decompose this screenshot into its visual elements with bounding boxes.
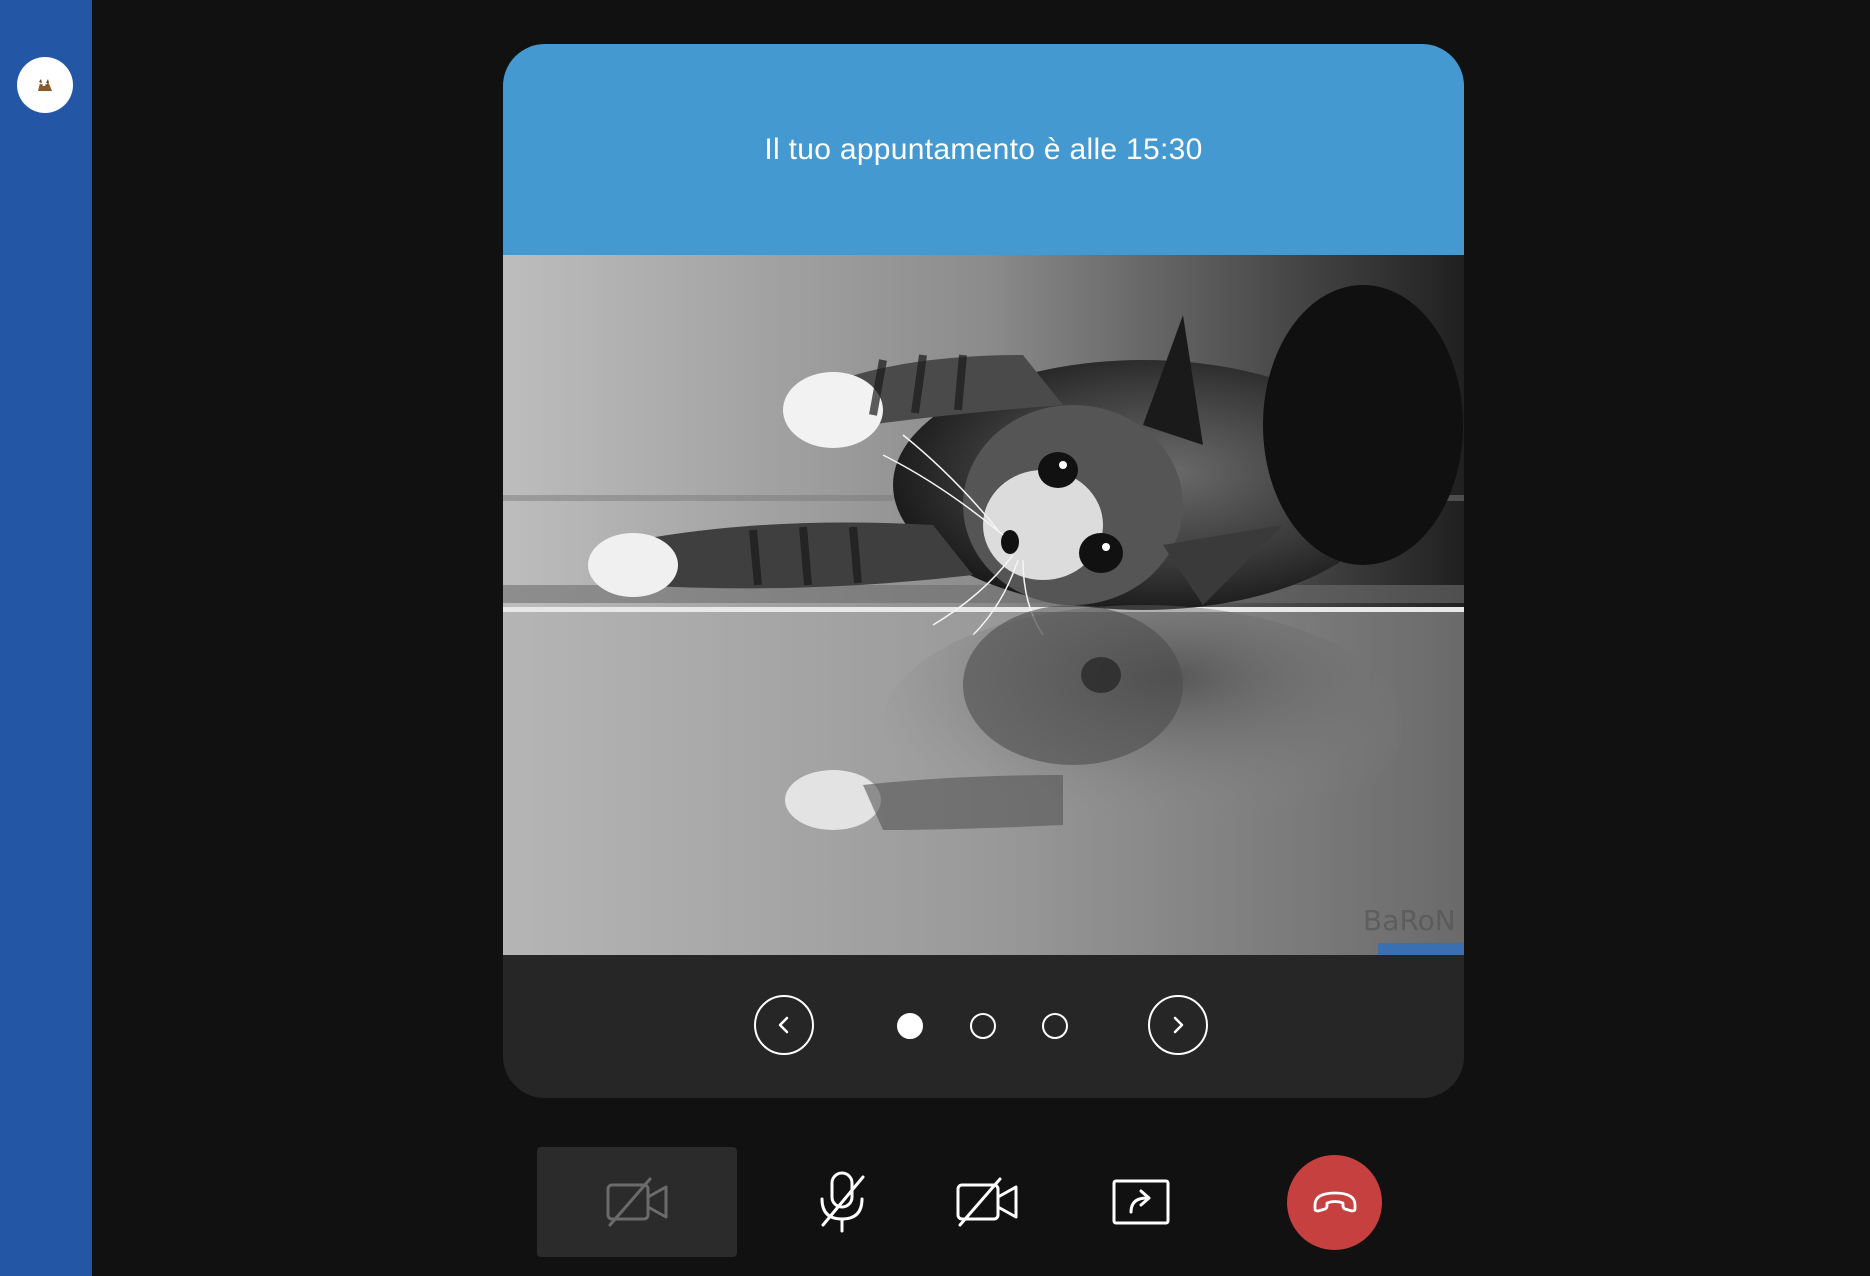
mic-off-icon: [820, 1171, 865, 1233]
carousel-next-button[interactable]: [1148, 995, 1208, 1055]
card-header: Il tuo appuntamento è alle 15:30: [503, 44, 1464, 255]
video-off-icon: [956, 1177, 1018, 1227]
carousel-dot-1[interactable]: [897, 1013, 923, 1039]
sidebar: [0, 0, 92, 1276]
avatar[interactable]: [17, 57, 73, 113]
mute-microphone-button[interactable]: [792, 1152, 892, 1252]
cat-icon: [38, 79, 52, 91]
appointment-title: Il tuo appuntamento è alle 15:30: [764, 132, 1203, 166]
carousel-dot-3[interactable]: [1042, 1013, 1068, 1039]
chevron-right-icon: [1173, 1016, 1184, 1034]
share-screen-button[interactable]: [1091, 1152, 1191, 1252]
camera-preview-tile[interactable]: [537, 1147, 737, 1257]
video-off-icon: [606, 1177, 668, 1227]
toggle-video-button[interactable]: [937, 1152, 1037, 1252]
watermark: BaRoN: [1363, 904, 1456, 937]
hangup-button[interactable]: [1287, 1155, 1382, 1250]
kitten-photo: BaRoN: [503, 255, 1464, 955]
chevron-left-icon: [778, 1016, 789, 1034]
carousel-dot-2[interactable]: [970, 1013, 996, 1039]
carousel-prev-button[interactable]: [754, 995, 814, 1055]
call-toolbar: [0, 1147, 1870, 1257]
share-screen-icon: [1112, 1179, 1170, 1225]
appointment-card: Il tuo appuntamento è alle 15:30 BaRoN: [503, 44, 1464, 1098]
phone-hangup-icon: [1313, 1191, 1356, 1212]
carousel-controls: [503, 955, 1464, 1098]
kitten-photo-svg: BaRoN: [503, 255, 1464, 955]
